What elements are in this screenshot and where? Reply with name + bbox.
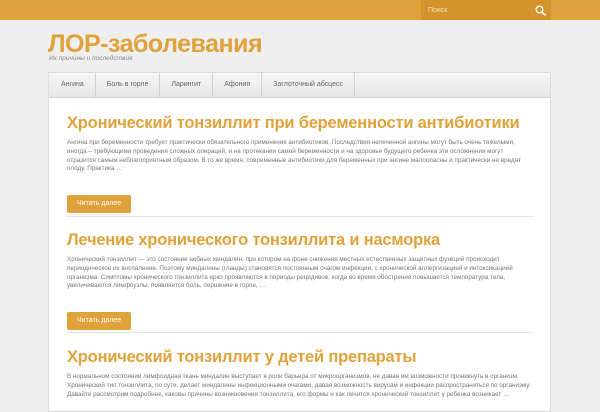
post-title[interactable]: Лечение хронического тонзиллита и насмор…	[67, 230, 533, 250]
post-divider	[67, 332, 533, 333]
post-excerpt: Ангина при беременности требует практиче…	[67, 139, 521, 173]
post-excerpt: Хронический тонзиллит — это состояние не…	[67, 256, 513, 290]
post-title[interactable]: Хронический тонзиллит при беременности а…	[67, 113, 533, 133]
main-content: Ангина Боль в горле Ларингит Афония Загл…	[48, 72, 551, 412]
post: Хронический тонзиллит у детей препараты …	[67, 347, 533, 399]
search-icon	[535, 5, 546, 16]
post: Лечение хронического тонзиллита и насмор…	[67, 230, 533, 331]
read-more-button[interactable]: Читать далее	[67, 312, 132, 331]
post: Хронический тонзиллит при беременности а…	[67, 113, 533, 214]
nav-item-laryngitis[interactable]: Ларингит	[160, 73, 214, 97]
post-divider	[67, 216, 533, 217]
search-button[interactable]	[531, 1, 549, 19]
nav-item-retropharyngeal-abscess[interactable]: Заглоточный абсцесс	[262, 73, 356, 97]
post-excerpt: В нормальном состоянии лимфоидная ткань …	[67, 373, 531, 398]
nav-item-angina[interactable]: Ангина	[49, 73, 96, 97]
search-form	[421, 0, 551, 20]
top-bar	[0, 0, 600, 20]
read-more-button[interactable]: Читать далее	[67, 195, 132, 214]
main-nav: Ангина Боль в горле Ларингит Афония Загл…	[49, 73, 550, 98]
site-tagline: Их причины и последствия	[49, 55, 133, 62]
post-title[interactable]: Хронический тонзиллит у детей препараты	[67, 347, 533, 367]
nav-item-aphonia[interactable]: Афония	[213, 73, 263, 97]
search-input[interactable]	[421, 0, 525, 20]
nav-item-sore-throat[interactable]: Боль в горле	[96, 73, 161, 97]
